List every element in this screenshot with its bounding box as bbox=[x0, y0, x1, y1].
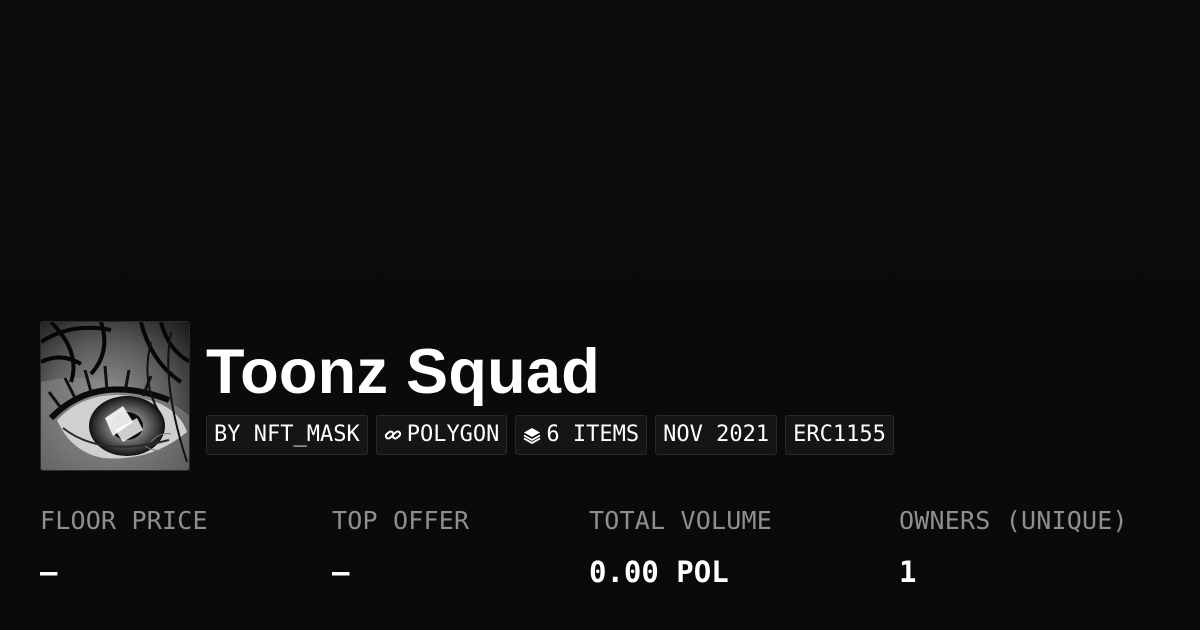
creator-label: BY NFT_MASK bbox=[214, 422, 360, 447]
stat-label: TOTAL VOLUME bbox=[589, 506, 773, 535]
stat-label: OWNERS (UNIQUE) bbox=[899, 506, 1128, 535]
stat-label: TOP OFFER bbox=[332, 506, 470, 535]
stat-value: 1 bbox=[899, 555, 917, 589]
date-chip: NOV 2021 bbox=[655, 415, 778, 455]
standard-chip: ERC1155 bbox=[785, 415, 894, 455]
stat-value: — bbox=[40, 555, 58, 589]
layers-icon bbox=[523, 426, 541, 444]
items-chip[interactable]: 6 ITEMS bbox=[515, 415, 648, 455]
stat-value: 0.00 POL bbox=[589, 555, 729, 589]
collection-avatar bbox=[40, 321, 190, 471]
stat-label: FLOOR PRICE bbox=[40, 506, 208, 535]
anime-eye-image bbox=[41, 322, 189, 470]
collection-meta-chips: BY NFT_MASK POLYGON 6 ITEMS NOV 2021 ERC… bbox=[206, 415, 894, 455]
chain-label: POLYGON bbox=[406, 422, 500, 447]
stat-floor-price: FLOOR PRICE — bbox=[40, 505, 208, 589]
creator-chip[interactable]: BY NFT_MASK bbox=[206, 415, 368, 455]
stat-value: — bbox=[332, 555, 350, 589]
stat-total-volume: TOTAL VOLUME 0.00 POL bbox=[589, 505, 772, 589]
stat-top-offer: TOP OFFER — bbox=[332, 505, 469, 589]
chain-chip[interactable]: POLYGON bbox=[375, 415, 508, 455]
collection-title: Toonz Squad bbox=[206, 337, 601, 407]
link-icon bbox=[384, 426, 402, 444]
standard-label: ERC1155 bbox=[793, 422, 886, 447]
date-label: NOV 2021 bbox=[663, 422, 770, 447]
items-label: 6 ITEMS bbox=[546, 422, 640, 447]
stat-owners-unique: OWNERS (UNIQUE) 1 bbox=[899, 505, 1128, 589]
